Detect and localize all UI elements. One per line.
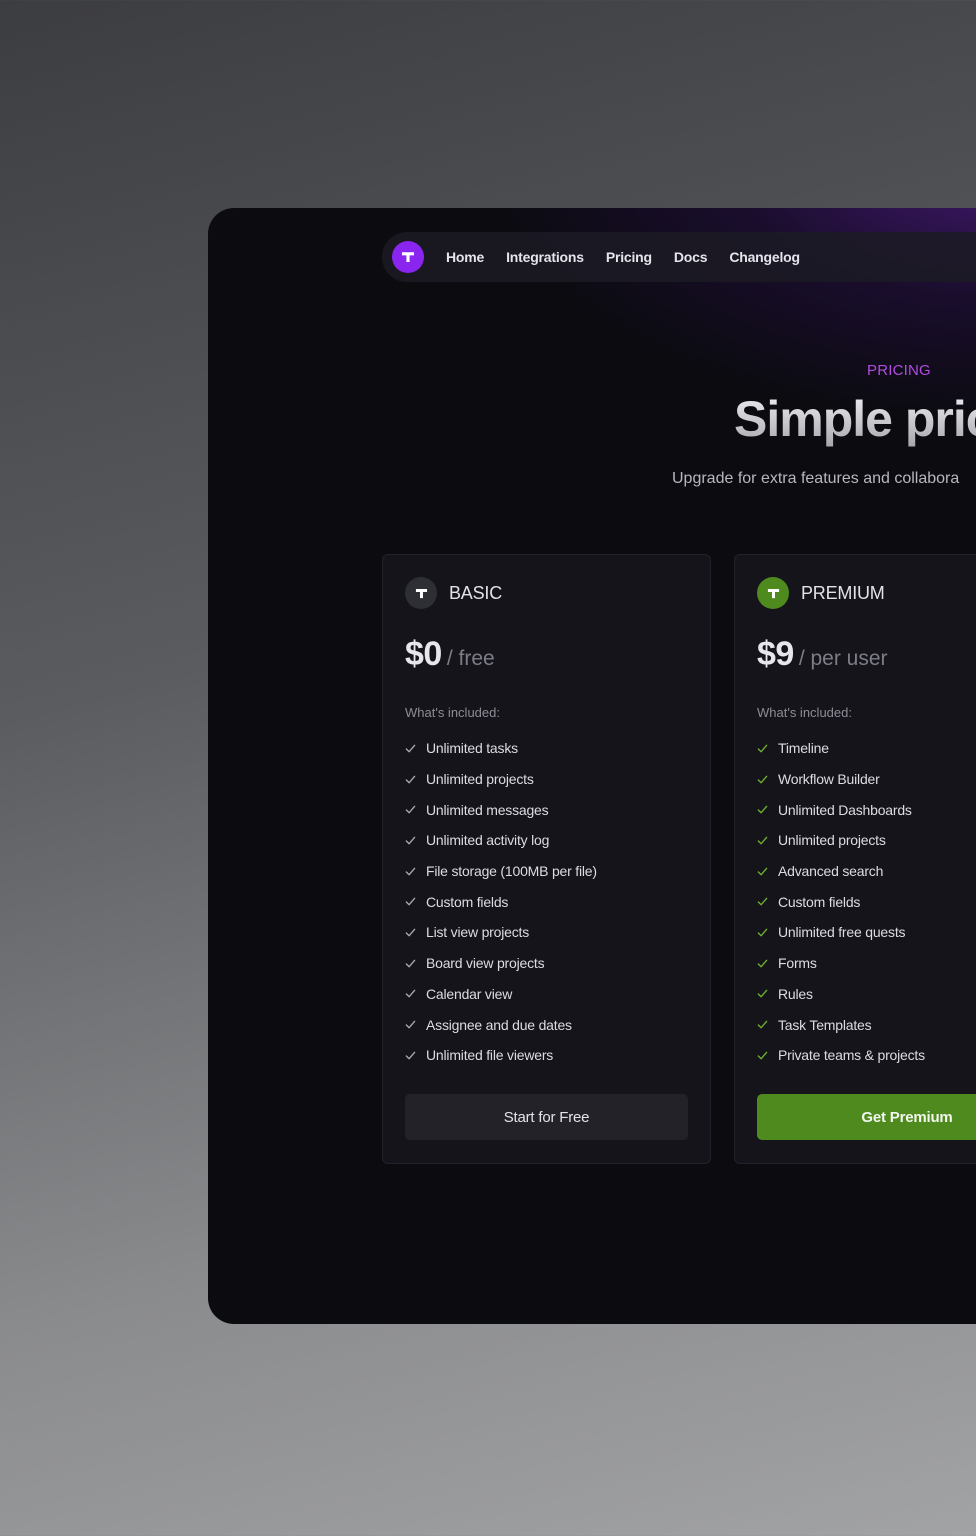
check-icon — [757, 1020, 768, 1029]
plan-name: PREMIUM — [801, 582, 885, 603]
included-label: What's included: — [405, 705, 500, 720]
feature-item: Forms — [757, 948, 925, 979]
feature-item: Unlimited projects — [405, 764, 597, 795]
start-for-free-button[interactable]: Start for Free — [405, 1094, 688, 1140]
feature-text: Unlimited Dashboards — [778, 801, 912, 818]
feature-item: Unlimited file viewers — [405, 1040, 597, 1071]
feature-text: Forms — [778, 955, 817, 972]
plan-price: $9 — [757, 635, 794, 673]
price-row: $9 / per user — [757, 635, 888, 674]
feature-text: File storage (100MB per file) — [426, 863, 597, 880]
feature-item: List view projects — [405, 917, 597, 948]
feature-text: Unlimited activity log — [426, 832, 550, 849]
plan-price-unit: / free — [446, 647, 495, 670]
nav-link-pricing[interactable]: Pricing — [606, 249, 652, 265]
feature-item: Workflow Builder — [757, 764, 925, 795]
feature-item: Assignee and due dates — [405, 1009, 597, 1040]
check-icon — [757, 836, 768, 845]
feature-item: File storage (100MB per file) — [405, 856, 597, 887]
feature-text: Unlimited tasks — [426, 740, 518, 757]
check-icon — [757, 867, 768, 875]
section-eyebrow: PRICING — [867, 362, 931, 379]
feature-list: Unlimited tasks Unlimited projects Unlimit… — [405, 733, 597, 1071]
feature-text: Unlimited file viewers — [426, 1047, 554, 1064]
feature-text: Rules — [778, 985, 813, 1002]
check-icon — [757, 744, 768, 753]
feature-text: Unlimited projects — [426, 771, 534, 788]
feature-item: Unlimited messages — [405, 794, 597, 825]
feature-text: Timeline — [778, 740, 829, 757]
plan-price-unit: / per user — [798, 647, 888, 670]
feature-item: Calendar view — [405, 979, 597, 1010]
feature-item: Custom fields — [757, 886, 925, 917]
feature-text: Custom fields — [778, 893, 861, 910]
feature-item: Private teams & projects — [757, 1040, 925, 1071]
feature-item: Unlimited tasks — [405, 733, 597, 764]
feature-item: Unlimited Dashboards — [757, 794, 925, 825]
page-subtitle: Upgrade for extra features and collabora — [672, 470, 960, 487]
feature-item: Board view projects — [405, 948, 597, 979]
feature-item: Unlimited projects — [757, 825, 925, 856]
feature-text: Calendar view — [426, 985, 513, 1002]
price-row: $0 / free — [405, 635, 495, 674]
check-icon — [405, 744, 416, 753]
feature-item: Timeline — [757, 733, 925, 764]
premium-plan-icon — [757, 577, 789, 609]
check-icon — [405, 897, 416, 906]
feature-text: Unlimited messages — [426, 801, 549, 818]
check-icon — [757, 989, 768, 998]
plan-name: BASIC — [449, 582, 503, 603]
nav-links: Home Integrations Pricing Docs Changelog — [446, 249, 800, 265]
nav-link-home[interactable]: Home — [446, 249, 484, 265]
plan-header: PREMIUM — [757, 577, 885, 609]
feature-text: Unlimited projects — [778, 832, 886, 849]
feature-text: Unlimited free quests — [778, 924, 906, 941]
check-icon — [757, 928, 768, 937]
check-icon — [405, 989, 416, 998]
check-icon — [405, 805, 416, 814]
check-icon — [757, 775, 768, 783]
feature-item: Unlimited free quests — [757, 917, 925, 948]
feature-text: Task Templates — [778, 1016, 872, 1033]
check-icon — [757, 897, 768, 906]
plan-price: $0 — [405, 635, 442, 673]
check-icon — [405, 928, 416, 937]
nav-link-docs[interactable]: Docs — [674, 249, 708, 265]
feature-text: Board view projects — [426, 955, 545, 972]
check-icon — [405, 959, 416, 968]
basic-plan-icon — [405, 577, 437, 609]
browser-window: Home Integrations Pricing Docs Changelog… — [208, 208, 976, 1324]
plan-header: BASIC — [405, 577, 502, 609]
feature-text: Advanced search — [778, 863, 884, 880]
feature-text: Private teams & projects — [778, 1047, 925, 1064]
nav-link-integrations[interactable]: Integrations — [506, 249, 584, 265]
check-icon — [405, 836, 416, 845]
feature-item: Unlimited activity log — [405, 825, 597, 856]
feature-text: Workflow Builder — [778, 771, 880, 788]
feature-item: Advanced search — [757, 856, 925, 887]
check-icon — [405, 867, 416, 875]
check-icon — [757, 959, 768, 968]
feature-item: Custom fields — [405, 886, 597, 917]
get-premium-button[interactable]: Get Premium — [757, 1094, 976, 1140]
page-title: Simple pric — [734, 390, 976, 448]
feature-item: Rules — [757, 979, 925, 1010]
check-icon — [757, 1051, 768, 1060]
feature-text: Assignee and due dates — [426, 1016, 572, 1033]
feature-text: List view projects — [426, 924, 529, 941]
check-icon — [405, 1020, 416, 1029]
included-label: What's included: — [757, 705, 852, 720]
t-logo-icon[interactable] — [392, 241, 424, 273]
feature-list: Timeline Workflow Builder Unlimited Dashbo… — [757, 733, 925, 1071]
check-icon — [405, 1051, 416, 1060]
plan-card-basic: BASIC $0 / free What's included: Unlimit… — [382, 554, 711, 1164]
top-navbar: Home Integrations Pricing Docs Changelog — [382, 232, 976, 282]
feature-item: Task Templates — [757, 1009, 925, 1040]
nav-link-changelog[interactable]: Changelog — [729, 249, 800, 265]
check-icon — [757, 805, 768, 814]
plan-card-premium: PREMIUM $9 / per user What's included: T… — [734, 554, 976, 1164]
check-icon — [405, 775, 416, 783]
feature-text: Custom fields — [426, 893, 509, 910]
